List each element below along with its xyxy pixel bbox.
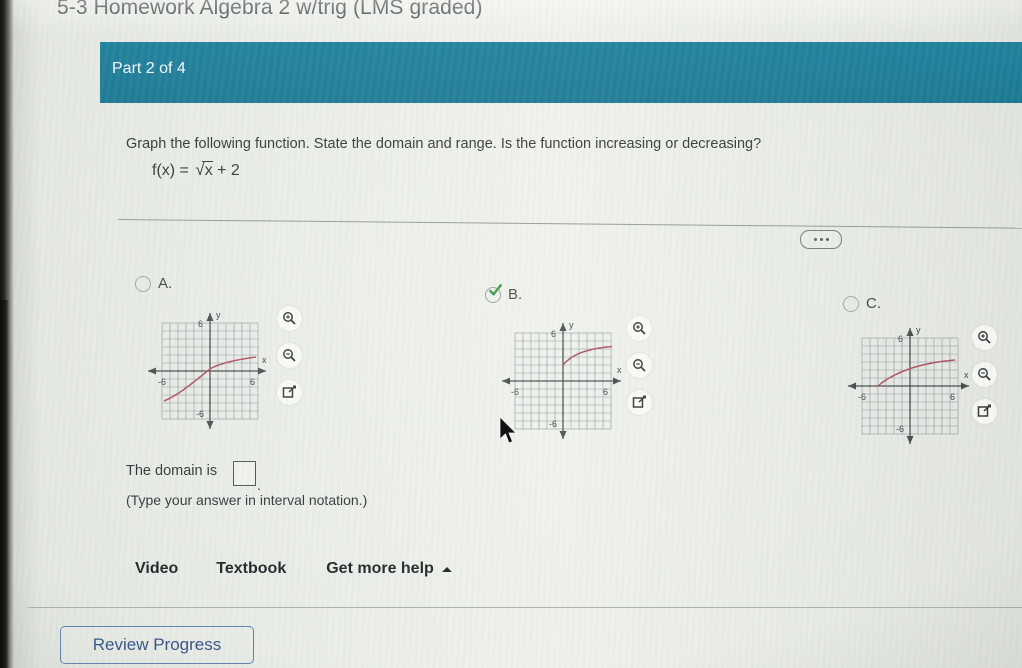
footer-divider	[28, 607, 1022, 608]
graph-b-svg[interactable]: y x 6 -6 6 -6	[500, 315, 640, 447]
radio-option-b[interactable]	[485, 283, 502, 303]
function-suffix: + 2	[217, 162, 240, 179]
option-a-header[interactable]: A.	[135, 275, 172, 292]
zoom-in-icon[interactable]	[277, 306, 302, 331]
expand-icon[interactable]	[277, 380, 302, 405]
radical-symbol: √	[195, 160, 205, 179]
radio-option-c[interactable]	[843, 295, 859, 312]
ellipsis-icon[interactable]	[800, 230, 842, 249]
graph-c-y-max-tick: 6	[898, 334, 903, 344]
graph-c-y-min-tick: -6	[896, 424, 904, 434]
domain-input[interactable]	[233, 461, 256, 486]
graph-b[interactable]: y x 6 -6 6 -6	[500, 315, 640, 452]
graph-a-y-label: y	[216, 310, 221, 320]
graph-b-y-label: y	[569, 320, 574, 330]
expand-icon[interactable]	[627, 390, 652, 415]
zoom-out-icon[interactable]	[972, 362, 997, 387]
x-axis-arrow-left	[502, 377, 510, 385]
graph-a-y-min-tick: -6	[196, 409, 204, 419]
option-b-header[interactable]: B.	[485, 283, 523, 303]
y-axis-arrow-down	[559, 431, 567, 439]
zoom-out-icon[interactable]	[627, 353, 652, 378]
graph-a-tools[interactable]	[277, 306, 302, 405]
graph-a-y-max-tick: 6	[198, 319, 203, 329]
option-c-header[interactable]: C.	[843, 295, 881, 312]
assignment-title: 5-3 Homework Algebra 2 w/trig (LMS grade…	[57, 0, 483, 19]
graph-c-tools[interactable]	[972, 325, 997, 424]
y-axis-arrow-down	[906, 436, 914, 444]
radical-expression: √ x	[193, 160, 214, 180]
graph-a[interactable]: y x 6 -6 6 -6	[138, 305, 278, 445]
domain-hint: (Type your answer in interval notation.)	[126, 492, 368, 508]
axes	[848, 328, 969, 444]
expand-icon[interactable]	[972, 399, 997, 424]
radio-option-a[interactable]	[135, 275, 151, 292]
graph-a-svg[interactable]: y x 6 -6 6 -6	[138, 305, 278, 440]
x-axis-arrow-right	[961, 382, 969, 390]
dot-3	[825, 238, 829, 241]
graph-b-tools[interactable]	[627, 316, 652, 415]
review-progress-button[interactable]: Review Progress	[60, 626, 254, 664]
zoom-in-icon[interactable]	[972, 325, 997, 350]
function-prefix: f(x) =	[152, 162, 189, 179]
option-c-label: C.	[866, 295, 881, 312]
graph-a-x-min-tick: -6	[158, 377, 166, 387]
review-progress-label: Review Progress	[92, 635, 222, 654]
curve-c	[877, 359, 956, 387]
graph-b-y-min-tick: -6	[549, 419, 557, 429]
question-prompt: Graph the following function. State the …	[126, 136, 762, 152]
radical-bar	[202, 161, 214, 163]
graph-c-x-max-tick: 6	[950, 392, 955, 402]
graph-a-x-max-tick: 6	[250, 377, 255, 387]
x-axis-arrow-left	[848, 382, 856, 390]
function-expression: f(x) = √ x + 2	[152, 160, 240, 180]
graph-c-x-label: x	[964, 370, 969, 380]
graph-c[interactable]: y x 6 -6 6 -6	[845, 320, 980, 457]
dot-1	[813, 238, 817, 241]
graph-c-svg[interactable]: y x 6 -6 6 -6	[845, 320, 980, 452]
page-content: 5-3 Homework Algebra 2 w/trig (LMS grade…	[0, 0, 1022, 668]
graph-a-x-label: x	[262, 355, 267, 365]
y-axis-arrow-up	[206, 313, 214, 321]
checkmark-icon	[489, 283, 502, 295]
dot-2	[819, 238, 823, 241]
domain-label: The domain is	[126, 463, 218, 479]
section-divider	[117, 219, 1022, 229]
domain-period: .	[257, 477, 261, 493]
option-b-label: B.	[508, 286, 523, 303]
y-axis-arrow-up	[559, 323, 567, 331]
get-more-help-button[interactable]: Get more help	[326, 560, 434, 578]
screen-photo: 5-3 Homework Algebra 2 w/trig (LMS grade…	[0, 0, 1022, 668]
part-progress-bar: Part 2 of 4	[100, 42, 1022, 103]
option-a-label: A.	[158, 275, 173, 292]
x-axis-arrow-left	[148, 367, 156, 375]
y-axis-arrow-up	[906, 328, 914, 336]
zoom-in-icon[interactable]	[627, 316, 652, 341]
x-axis-arrow-right	[258, 367, 266, 375]
graph-c-x-min-tick: -6	[858, 392, 866, 402]
graph-c-y-label: y	[916, 325, 921, 335]
caret-up-icon[interactable]	[441, 566, 452, 572]
part-label: Part 2 of 4	[112, 60, 186, 77]
graph-b-x-max-tick: 6	[603, 387, 608, 397]
help-row: Video Textbook Get more help	[135, 560, 452, 578]
x-axis-arrow-right	[613, 377, 621, 385]
zoom-out-icon[interactable]	[277, 343, 302, 368]
mouse-cursor	[499, 416, 517, 444]
y-axis-arrow-down	[206, 421, 214, 429]
radicand: x	[204, 162, 213, 179]
graph-b-x-min-tick: -6	[511, 387, 519, 397]
graph-b-y-max-tick: 6	[551, 329, 556, 339]
textbook-link[interactable]: Textbook	[216, 560, 286, 578]
video-link[interactable]: Video	[135, 560, 178, 578]
graph-b-x-label: x	[617, 365, 622, 375]
